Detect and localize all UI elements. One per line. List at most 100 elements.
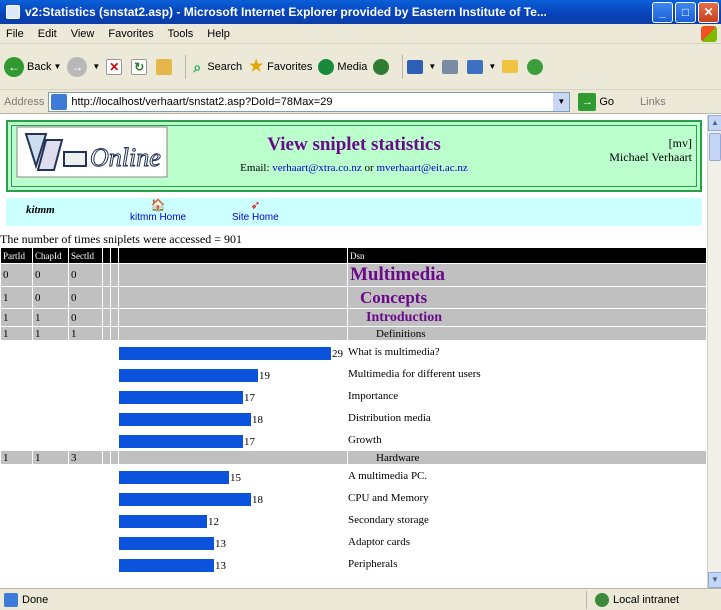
cell-partid: 1: [0, 308, 33, 327]
folder-button[interactable]: [502, 60, 521, 73]
sniplet-title[interactable]: Secondary storage: [347, 508, 707, 531]
sniplet-row: 13 Adaptor cards: [0, 530, 707, 553]
favorites-button[interactable]: ★ Favorites: [248, 57, 312, 77]
cell-blank: [110, 326, 119, 341]
email-link-xtra[interactable]: verhaart@xtra.co.nz: [272, 162, 362, 174]
menu-favorites[interactable]: Favorites: [108, 28, 153, 40]
menu-tools[interactable]: Tools: [168, 28, 194, 40]
media-button[interactable]: Media: [318, 58, 367, 75]
section-title[interactable]: Introduction: [348, 310, 442, 325]
go-button[interactable]: → Go: [578, 92, 615, 111]
print-button[interactable]: [442, 59, 461, 74]
scroll-up-button[interactable]: ▲: [708, 115, 721, 131]
cell-bar: 18: [118, 486, 348, 509]
messenger-icon: [527, 58, 544, 75]
sniplet-title[interactable]: Growth: [347, 428, 707, 451]
scroll-thumb[interactable]: [709, 133, 721, 161]
sniplet-title[interactable]: A multimedia PC.: [347, 464, 707, 487]
cell-blank: [102, 263, 111, 287]
access-bar: [119, 347, 331, 360]
messenger-button[interactable]: [527, 58, 546, 75]
chevron-down-icon[interactable]: ▼: [553, 92, 570, 111]
email-prefix: Email:: [240, 162, 270, 174]
ie-icon: [6, 5, 20, 19]
search-icon: ⌕: [193, 58, 202, 75]
address-bar: Address http://localhost/verhaart/snstat…: [0, 90, 721, 114]
access-count-value: 17: [244, 436, 255, 448]
kitmm-home-link[interactable]: 🏠 kitmm Home: [130, 198, 186, 223]
go-arrow-icon: →: [578, 92, 597, 111]
section-title[interactable]: Concepts: [348, 288, 427, 307]
cell-chapid: 1: [32, 450, 69, 465]
bar-wrap: 12: [119, 509, 347, 530]
history-button[interactable]: [373, 58, 392, 75]
scroll-down-button[interactable]: ▼: [708, 572, 721, 588]
sniplet-title[interactable]: Peripherals: [347, 552, 707, 575]
vertical-scrollbar[interactable]: ▲ ▼: [707, 115, 721, 588]
chevron-down-icon: ▼: [92, 62, 101, 71]
back-button[interactable]: ← Back ▼: [4, 56, 61, 77]
author-block: [mv] Michael Verhaart: [609, 136, 692, 164]
access-count-value: 15: [230, 472, 241, 484]
stop-button[interactable]: ✕: [106, 58, 125, 75]
access-count-value: 13: [215, 538, 226, 550]
author-tag: [mv]: [668, 136, 692, 150]
address-url[interactable]: http://localhost/verhaart/snstat2.asp?Do…: [71, 96, 553, 108]
refresh-button[interactable]: ↻: [131, 58, 150, 75]
author-name: Michael Verhaart: [609, 150, 692, 164]
bar-wrap: 13: [119, 531, 347, 552]
cell-blank: [0, 464, 119, 487]
address-label: Address: [4, 95, 45, 108]
sniplet-title[interactable]: Multimedia for different users: [347, 362, 707, 385]
cell-sectid: 0: [68, 308, 103, 327]
cell-blank: [118, 286, 348, 309]
toolbar-separator: [402, 54, 404, 79]
minimize-button[interactable]: _: [652, 1, 673, 23]
cell-bar: 15: [118, 464, 348, 487]
menu-view[interactable]: View: [71, 28, 95, 40]
menu-help[interactable]: Help: [207, 28, 230, 40]
maximize-button[interactable]: □: [675, 1, 696, 23]
cell-dsn: Hardware: [347, 450, 707, 465]
header-blank: [110, 247, 119, 264]
sniplet-title[interactable]: Adaptor cards: [347, 530, 707, 553]
email-link-eit[interactable]: mverhaart@eit.ac.nz: [376, 162, 467, 174]
sniplet-row: 12 Secondary storage: [0, 508, 707, 531]
bar-wrap: 18: [119, 407, 347, 428]
cell-blank: [102, 286, 111, 309]
cell-sectid: 0: [68, 263, 103, 287]
sniplet-title[interactable]: CPU and Memory: [347, 486, 707, 509]
menu-edit[interactable]: Edit: [38, 28, 57, 40]
cell-dsn: Definitions: [347, 326, 707, 341]
sniplet-title[interactable]: What is multimedia?: [347, 340, 707, 363]
section-title[interactable]: Multimedia: [348, 264, 445, 285]
links-button[interactable]: Links: [640, 96, 666, 108]
sniplet-title[interactable]: Importance: [347, 384, 707, 407]
mail-button[interactable]: ▼: [407, 59, 436, 74]
section-title[interactable]: Definitions: [348, 328, 426, 340]
forward-button[interactable]: → ▼: [67, 56, 101, 77]
cell-dsn: Multimedia: [347, 263, 707, 287]
cell-chapid: 1: [32, 326, 69, 341]
cell-blank: [0, 486, 119, 509]
cell-bar: 17: [118, 384, 348, 407]
search-button[interactable]: ⌕ Search: [190, 57, 242, 77]
cell-blank: [102, 308, 111, 327]
menu-file[interactable]: File: [6, 28, 24, 40]
edit-button[interactable]: ▼: [467, 59, 496, 74]
site-home-link[interactable]: ➶ Site Home: [232, 198, 279, 223]
header-blank: [118, 247, 348, 264]
stop-icon: ✕: [106, 58, 123, 75]
close-button[interactable]: ✕: [698, 1, 719, 23]
go-label: Go: [599, 95, 615, 108]
cell-partid: 0: [0, 263, 33, 287]
favorites-label: Favorites: [267, 60, 313, 73]
home-button[interactable]: [156, 58, 175, 75]
access-bar: [119, 369, 258, 382]
address-input[interactable]: http://localhost/verhaart/snstat2.asp?Do…: [48, 91, 571, 112]
section-title[interactable]: Hardware: [348, 452, 419, 464]
sniplet-title[interactable]: Distribution media: [347, 406, 707, 429]
access-count-value: 12: [208, 516, 219, 528]
table-row: 0 0 0 Multimedia: [0, 263, 707, 287]
zone-label: Local intranet: [613, 593, 680, 606]
